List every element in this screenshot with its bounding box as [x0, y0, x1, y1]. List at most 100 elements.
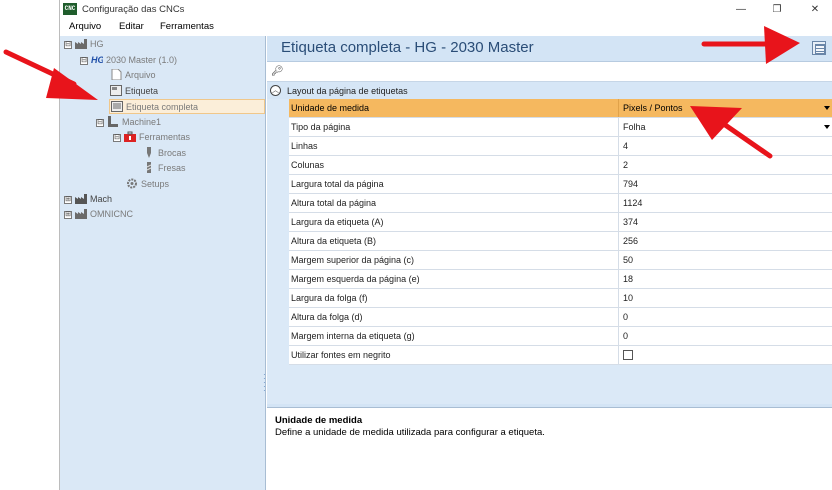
- property-row-unidade-medida[interactable]: Unidade de medida Pixels / Pontos: [289, 99, 832, 118]
- property-row-linhas[interactable]: Linhas 4: [289, 137, 832, 156]
- tree-item-hg[interactable]: ⊟ HG: [64, 37, 104, 52]
- property-row-tipo-pagina[interactable]: Tipo da página Folha: [289, 118, 832, 137]
- collapse-icon[interactable]: ⊟: [64, 41, 72, 49]
- svg-text:HG: HG: [91, 55, 103, 65]
- mill-icon: [146, 162, 152, 173]
- menu-arquivo[interactable]: Arquivo: [69, 21, 101, 32]
- menu-ferramentas[interactable]: Ferramentas: [160, 21, 214, 32]
- tree-item-label: Machine1: [122, 117, 162, 127]
- tree-item-ferramentas[interactable]: ⊟ Ferramentas: [113, 130, 190, 145]
- tree-item-label: Ferramentas: [139, 132, 191, 142]
- property-value-checkbox-cell: [619, 346, 832, 364]
- dropdown-arrow-icon[interactable]: [824, 125, 830, 129]
- category-label: Layout da página de etiquetas: [287, 86, 408, 96]
- machine-icon: [108, 116, 118, 127]
- property-search-bar[interactable]: 🔑︎: [267, 62, 832, 82]
- properties-pane: Etiqueta completa - HG - 2030 Master 🔑︎ …: [267, 36, 832, 490]
- property-value[interactable]: 10: [619, 289, 832, 307]
- property-value[interactable]: 0: [619, 308, 832, 326]
- tree-item-etiqueta[interactable]: Etiqueta: [110, 84, 158, 99]
- tree-item-fresas[interactable]: Fresas: [143, 161, 186, 176]
- property-row-largura-folga[interactable]: Largura da folga (f) 10: [289, 289, 832, 308]
- collapse-icon[interactable]: ⊟: [96, 119, 104, 127]
- property-grid: 🔑︎ ︿ Layout da página de etiquetas Unida…: [267, 61, 832, 404]
- expand-icon[interactable]: ⊞: [64, 196, 72, 204]
- bold-font-checkbox[interactable]: [623, 350, 633, 360]
- property-value[interactable]: 4: [619, 137, 832, 155]
- property-row-margem-esquerda[interactable]: Margem esquerda da página (e) 18: [289, 270, 832, 289]
- tree-item-omnicnc[interactable]: ⊞ OMNICNC: [64, 207, 133, 222]
- collapse-icon[interactable]: ⊟: [113, 134, 121, 142]
- label-icon: [110, 85, 122, 96]
- property-list: Unidade de medida Pixels / Pontos Tipo d…: [289, 99, 832, 365]
- tree-item-2030-master[interactable]: ⊟HG2030 Master (1.0): [80, 53, 177, 68]
- property-name: Largura da etiqueta (A): [289, 213, 619, 231]
- factory-icon: [75, 39, 87, 49]
- property-value[interactable]: 0: [619, 327, 832, 345]
- property-row-altura-etiqueta[interactable]: Altura da etiqueta (B) 256: [289, 232, 832, 251]
- property-value[interactable]: 374: [619, 213, 832, 231]
- property-row-largura-total[interactable]: Largura total da página 794: [289, 175, 832, 194]
- property-name: Linhas: [289, 137, 619, 155]
- tree-item-setups[interactable]: Setups: [126, 177, 169, 192]
- key-icon: 🔑︎: [271, 66, 284, 77]
- tree-item-brocas[interactable]: Brocas: [143, 146, 186, 161]
- cnc-app-icon: CNC: [63, 3, 77, 15]
- tree-item-mach[interactable]: ⊞ Mach: [64, 192, 112, 207]
- property-value[interactable]: 50: [619, 251, 832, 269]
- collapse-category-icon[interactable]: ︿: [270, 85, 281, 96]
- page-title: Etiqueta completa - HG - 2030 Master: [281, 39, 534, 56]
- property-row-margem-interna[interactable]: Margem interna da etiqueta (g) 0: [289, 327, 832, 346]
- property-name: Largura da folga (f): [289, 289, 619, 307]
- property-value[interactable]: 18: [619, 270, 832, 288]
- layout-preview-button[interactable]: [812, 41, 826, 55]
- maximize-button[interactable]: ❐: [759, 0, 795, 19]
- property-row-colunas[interactable]: Colunas 2: [289, 156, 832, 175]
- property-value: Folha: [623, 122, 646, 132]
- property-name: Altura da etiqueta (B): [289, 232, 619, 250]
- category-row[interactable]: ︿ Layout da página de etiquetas: [267, 82, 832, 99]
- property-value-dropdown[interactable]: Pixels / Pontos: [619, 99, 832, 117]
- property-value[interactable]: 1124: [619, 194, 832, 212]
- property-row-altura-total[interactable]: Altura total da página 1124: [289, 194, 832, 213]
- property-row-altura-folga[interactable]: Altura da folga (d) 0: [289, 308, 832, 327]
- property-value[interactable]: 794: [619, 175, 832, 193]
- dropdown-arrow-icon[interactable]: [824, 106, 830, 110]
- gear-icon: [127, 178, 137, 189]
- property-row-largura-etiqueta[interactable]: Largura da etiqueta (A) 374: [289, 213, 832, 232]
- property-name: Altura da folga (d): [289, 308, 619, 326]
- factory-icon: [75, 209, 87, 219]
- collapse-icon[interactable]: ⊟: [80, 57, 88, 65]
- tree-item-arquivo[interactable]: Arquivo: [110, 68, 156, 83]
- property-name: Unidade de medida: [289, 99, 619, 117]
- toolbox-icon: [124, 131, 136, 142]
- file-icon: [111, 69, 122, 80]
- expand-icon[interactable]: ⊞: [64, 211, 72, 219]
- label-full-icon: [111, 101, 123, 112]
- factory-icon: [75, 194, 87, 204]
- tree-item-etiqueta-completa[interactable]: Etiqueta completa: [109, 99, 265, 114]
- description-panel: Unidade de medida Define a unidade de me…: [267, 407, 832, 490]
- property-row-margem-superior[interactable]: Margem superior da página (c) 50: [289, 251, 832, 270]
- tree-item-label: Setups: [141, 179, 170, 189]
- property-value[interactable]: 256: [619, 232, 832, 250]
- tree-item-label: Etiqueta: [125, 86, 159, 96]
- description-text: Define a unidade de medida utilizada par…: [275, 427, 545, 438]
- tree-item-machine1[interactable]: ⊟ Machine1: [96, 115, 161, 130]
- property-value[interactable]: 2: [619, 156, 832, 174]
- splitter-handle[interactable]: · · · · ·: [263, 371, 266, 395]
- close-button[interactable]: ✕: [797, 0, 832, 19]
- minimize-button[interactable]: —: [723, 0, 759, 19]
- hg-logo-icon: HG: [91, 55, 103, 65]
- property-name: Largura total da página: [289, 175, 619, 193]
- property-name: Tipo da página: [289, 118, 619, 136]
- menu-bar: Arquivo Editar Ferramentas: [60, 19, 832, 35]
- property-value-dropdown[interactable]: Folha: [619, 118, 832, 136]
- menu-editar[interactable]: Editar: [119, 21, 144, 32]
- tree-item-label: HG: [90, 39, 104, 49]
- property-row-fontes-negrito[interactable]: Utilizar fontes em negrito: [289, 346, 832, 365]
- property-name: Margem superior da página (c): [289, 251, 619, 269]
- tree-item-label: Arquivo: [125, 70, 156, 80]
- property-name: Margem interna da etiqueta (g): [289, 327, 619, 345]
- app-window: CNC Configuração das CNCs — ❐ ✕ Arquivo …: [59, 0, 832, 490]
